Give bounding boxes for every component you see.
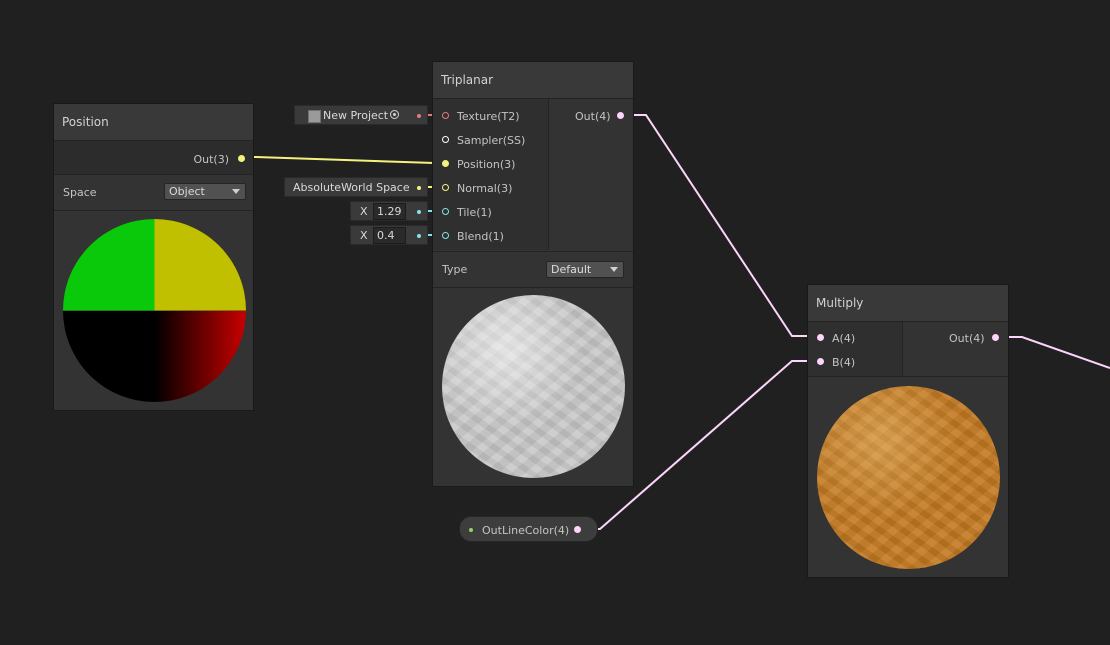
chevron-down-icon — [232, 189, 240, 194]
type-label: Type — [442, 263, 468, 276]
sampler-input-port[interactable] — [442, 136, 449, 143]
property-exposed-indicator — [469, 528, 473, 532]
object-picker-icon[interactable] — [390, 110, 399, 119]
position-space-row: Space Object — [54, 175, 253, 211]
position-node[interactable]: Position Out(3) Space Object — [53, 103, 254, 411]
normal-input-port[interactable] — [442, 184, 449, 191]
space-dropdown-value: Object — [169, 185, 205, 198]
position-node-title[interactable]: Position — [54, 104, 253, 141]
multiply-node[interactable]: Multiply A(4) B(4) Out(4) — [807, 284, 1009, 578]
chevron-down-icon — [610, 267, 618, 272]
texture-field-connector-dot — [417, 114, 421, 118]
blend-input-label: Blend(1) — [457, 230, 504, 243]
position-output-port[interactable] — [238, 155, 245, 162]
tile-field-connector-dot — [417, 210, 421, 214]
texture-input-port[interactable] — [442, 112, 449, 119]
wire-position-to-triplanar — [246, 156, 444, 164]
multiply-a-label: A(4) — [832, 332, 856, 345]
position-input-port[interactable] — [442, 160, 449, 167]
multiply-output-port[interactable] — [992, 334, 999, 341]
blend-field-connector-dot — [417, 234, 421, 238]
outline-color-property-node[interactable]: OutLineColor(4) — [459, 516, 598, 542]
triplanar-output-port[interactable] — [617, 112, 624, 119]
normal-field-connector-dot — [417, 186, 421, 190]
tile-input-field[interactable]: X 1.29 — [350, 201, 428, 221]
position-preview-sphere — [63, 219, 246, 402]
triplanar-node-title[interactable]: Triplanar — [433, 62, 633, 99]
multiply-b-input-port[interactable] — [817, 358, 824, 365]
blend-value-input[interactable]: 0.4 — [373, 227, 406, 244]
multiply-output-label: Out(4) — [949, 332, 985, 345]
blend-axis-label: X — [360, 229, 368, 242]
sampler-input-label: Sampler(SS) — [457, 134, 526, 147]
triplanar-output-label: Out(4) — [575, 110, 611, 123]
position-input-label: Position(3) — [457, 158, 516, 171]
normal-space-value: AbsoluteWorld Space — [293, 181, 410, 194]
wire-multiply-out — [1000, 336, 1110, 369]
space-label: Space — [63, 186, 97, 199]
multiply-inputs-column — [808, 322, 903, 377]
texture-name: New Project — [323, 109, 389, 122]
blend-input-port[interactable] — [442, 232, 449, 239]
multiply-node-title[interactable]: Multiply — [808, 285, 1008, 322]
texture-input-label: Texture(T2) — [457, 110, 520, 123]
tile-input-port[interactable] — [442, 208, 449, 215]
type-dropdown[interactable]: Default — [546, 261, 624, 278]
position-output-row: Out(3) — [54, 141, 253, 175]
position-output-label: Out(3) — [193, 153, 229, 166]
multiply-a-input-port[interactable] — [817, 334, 824, 341]
triplanar-type-row: Type Default — [433, 251, 633, 288]
tile-value-input[interactable]: 1.29 — [373, 203, 406, 220]
outline-color-output-port[interactable] — [574, 526, 581, 533]
wire-triplanar-to-multiply-a — [624, 114, 815, 337]
tile-axis-label: X — [360, 205, 368, 218]
triplanar-preview-sphere — [442, 295, 625, 478]
outline-color-label: OutLineColor(4) — [482, 524, 570, 537]
space-dropdown[interactable]: Object — [164, 183, 246, 200]
texture-thumbnail — [308, 110, 321, 123]
type-dropdown-value: Default — [551, 263, 592, 276]
texture-input-field[interactable]: New Project — [294, 105, 428, 125]
blend-input-field[interactable]: X 0.4 — [350, 225, 428, 245]
tile-input-label: Tile(1) — [457, 206, 492, 219]
triplanar-node[interactable]: Triplanar Texture(T2) Sampler(SS) Positi… — [432, 61, 634, 487]
multiply-b-label: B(4) — [832, 356, 856, 369]
normal-input-field[interactable]: AbsoluteWorld Space — [284, 177, 428, 197]
multiply-preview-sphere — [817, 386, 1000, 569]
multiply-output-column — [903, 322, 1008, 377]
normal-input-label: Normal(3) — [457, 182, 513, 195]
